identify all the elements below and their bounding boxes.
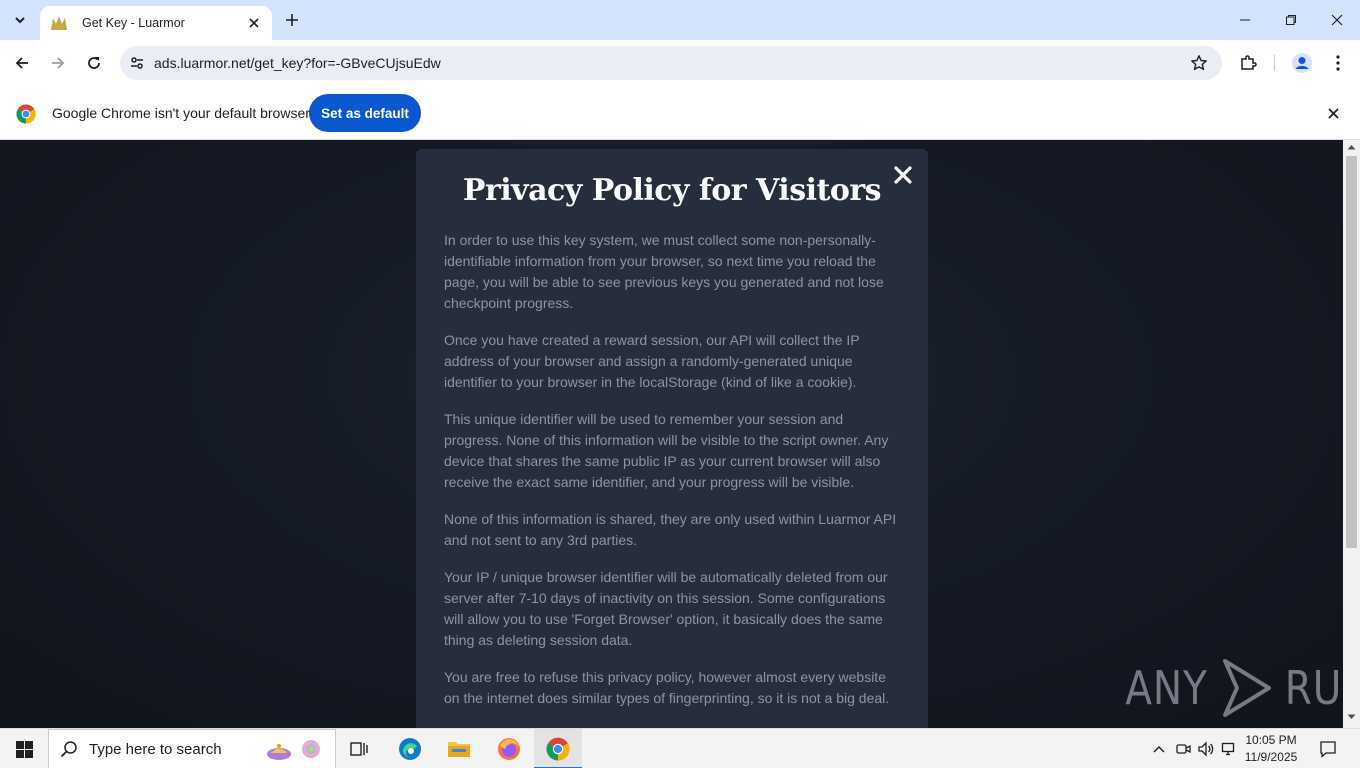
policy-paragraph: In order to use this key system, we must… — [444, 232, 884, 311]
url-text: ads.luarmor.net/get_key?for=-GBveCUjsuEd… — [154, 55, 441, 71]
reload-button[interactable] — [80, 49, 108, 77]
profile-button[interactable] — [1288, 49, 1316, 77]
page-content: Privacy Policy for Visitors In order to … — [0, 140, 1343, 728]
volume-button[interactable] — [1197, 729, 1215, 768]
play-logo-icon — [1222, 659, 1271, 717]
close-window-button[interactable] — [1314, 0, 1360, 40]
tab-search-button[interactable] — [6, 6, 34, 34]
network-icon — [1221, 742, 1235, 756]
scroll-down-icon[interactable] — [1347, 714, 1356, 720]
address-bar[interactable]: ads.luarmor.net/get_key?for=-GBveCUjsuEd… — [120, 46, 1222, 80]
notifications-button[interactable] — [1314, 729, 1342, 768]
star-icon[interactable] — [1182, 46, 1216, 80]
set-as-default-button[interactable]: Set as default — [309, 94, 421, 132]
start-button[interactable] — [0, 729, 48, 768]
chevron-down-icon — [15, 17, 25, 24]
tune-icon[interactable] — [120, 46, 154, 80]
minimize-icon — [1240, 19, 1250, 21]
default-browser-infobar: Google Chrome isn't your default browser… — [0, 86, 1360, 140]
extensions-button[interactable] — [1234, 49, 1262, 77]
page-scrollbar[interactable] — [1343, 140, 1360, 728]
close-icon — [1327, 107, 1339, 119]
tab-strip: Get Key - Luarmor — [0, 0, 1360, 40]
tab-title: Get Key - Luarmor — [82, 16, 185, 30]
arrow-left-icon — [15, 57, 28, 69]
browser-toolbar: ads.luarmor.net/get_key?for=-GBveCUjsuEd… — [0, 40, 1360, 86]
clock-time: 10:05 PM — [1245, 733, 1297, 747]
task-view-icon — [350, 742, 368, 756]
restore-icon — [1286, 15, 1296, 25]
puzzle-icon — [1241, 55, 1257, 70]
folder-icon — [448, 742, 470, 757]
notification-icon — [1320, 741, 1336, 758]
restore-button[interactable] — [1268, 0, 1314, 40]
plus-icon — [286, 14, 298, 26]
toolbar-divider — [1274, 55, 1275, 71]
kebab-icon — [1336, 55, 1340, 71]
new-tab-button[interactable] — [280, 8, 304, 32]
scroll-up-icon[interactable] — [1347, 144, 1356, 150]
firefox-icon — [498, 738, 520, 760]
menu-button[interactable] — [1324, 49, 1352, 77]
infobar-message: Google Chrome isn't your default browser — [52, 105, 310, 121]
taskbar-file-explorer[interactable] — [435, 729, 483, 768]
taskbar-chrome[interactable] — [534, 729, 582, 768]
arrow-right-icon — [52, 57, 65, 69]
volume-icon — [1198, 741, 1214, 757]
meet-now-button[interactable] — [1174, 729, 1192, 768]
meet-now-icon — [1176, 744, 1191, 754]
forward-button[interactable] — [44, 49, 72, 77]
search-highlight-icon — [265, 729, 335, 768]
policy-paragraph: This unique identifier will be used to r… — [444, 411, 889, 490]
policy-paragraph: You are free to refuse this privacy poli… — [444, 669, 890, 706]
tab-active[interactable]: Get Key - Luarmor — [40, 6, 272, 40]
policy-paragraph: Once you have created a reward session, … — [444, 332, 860, 390]
chrome-icon — [546, 737, 570, 761]
scrollbar-thumb[interactable] — [1346, 156, 1357, 548]
windows-logo-icon — [15, 740, 33, 758]
show-hidden-icons-button[interactable] — [1150, 729, 1168, 768]
taskbar-edge[interactable] — [386, 729, 434, 768]
task-view-button[interactable] — [336, 729, 384, 768]
watermark-text-left: ANY — [1125, 661, 1208, 715]
taskbar-firefox[interactable] — [485, 729, 533, 768]
policy-paragraph: None of this information is shared, they… — [444, 511, 897, 548]
taskbar-search-box[interactable]: Type here to search — [48, 729, 336, 768]
search-icon — [49, 740, 89, 758]
minimize-button[interactable] — [1222, 0, 1268, 40]
modal-title: Privacy Policy for Visitors — [462, 173, 882, 208]
back-button[interactable] — [8, 49, 36, 77]
profile-icon — [1292, 53, 1312, 73]
luarmor-favicon — [50, 15, 68, 31]
infobar-close-button[interactable] — [1326, 106, 1340, 120]
clock-date: 11/9/2025 — [1244, 750, 1298, 764]
modal-body: In order to use this key system, we must… — [444, 230, 904, 725]
anyrun-watermark: ANY RUN — [1118, 656, 1360, 720]
reload-icon — [88, 57, 100, 69]
taskbar-clock[interactable]: 10:05 PM 11/9/2025 — [1236, 732, 1306, 766]
policy-paragraph: Your IP / unique browser identifier will… — [444, 569, 888, 648]
close-icon — [1331, 14, 1343, 26]
privacy-policy-modal: Privacy Policy for Visitors In order to … — [416, 149, 928, 728]
windows-taskbar: Type here to search 10:05 PM 11/9/2025 — [0, 728, 1360, 768]
edge-icon — [399, 738, 421, 760]
chevron-up-icon — [1153, 746, 1165, 753]
search-placeholder: Type here to search — [89, 740, 222, 758]
tab-close-icon[interactable] — [246, 15, 262, 31]
chrome-logo-icon — [16, 104, 36, 124]
